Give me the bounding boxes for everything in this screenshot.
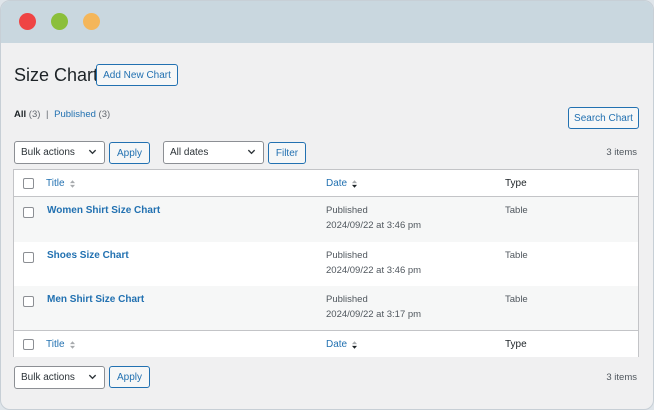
chart-status: Published <box>326 205 368 216</box>
dates-filter-select[interactable]: All dates <box>163 141 264 164</box>
column-title-label: Title <box>46 339 65 350</box>
sort-icon <box>352 340 358 349</box>
add-new-chart-button[interactable]: Add New Chart <box>96 64 178 86</box>
column-header-date[interactable]: Date <box>326 178 358 189</box>
page-title: Size Chart <box>14 65 99 85</box>
close-window-button[interactable] <box>19 13 36 30</box>
chevron-down-icon <box>247 149 256 155</box>
search-chart-button[interactable]: Search Chart <box>568 107 639 129</box>
chevron-down-icon <box>88 149 97 155</box>
view-all-count: (3) <box>28 109 41 120</box>
view-published-count: (3) <box>98 109 111 120</box>
select-all-checkbox[interactable] <box>23 339 34 350</box>
view-published-link[interactable]: Published <box>54 109 96 120</box>
chart-type: Table <box>505 294 528 305</box>
select-all-checkbox[interactable] <box>23 178 34 189</box>
chart-title-link[interactable]: Men Shirt Size Chart <box>47 294 144 305</box>
column-header-type: Type <box>505 178 527 189</box>
chart-title-link[interactable]: Women Shirt Size Chart <box>47 205 160 216</box>
chart-status: Published <box>326 250 368 261</box>
row-checkbox[interactable] <box>23 207 34 218</box>
bulk-actions-value: Bulk actions <box>21 147 75 158</box>
filter-button[interactable]: Filter <box>268 142 306 164</box>
window-titlebar <box>1 1 653 43</box>
chart-date: 2024/09/22 at 3:17 pm <box>326 309 422 320</box>
column-header-title[interactable]: Title <box>46 178 76 189</box>
app-window: Size Chart Add New Chart All (3) | Publi… <box>0 0 654 410</box>
dates-value: All dates <box>170 147 209 158</box>
chart-type: Table <box>505 250 528 261</box>
charts-table: Title Date Type Women Shirt Size Chart P… <box>13 169 639 357</box>
column-title-label: Title <box>46 178 65 189</box>
column-footer-date[interactable]: Date <box>326 339 358 350</box>
table-footer: Title Date Type <box>14 330 638 357</box>
minimize-window-button[interactable] <box>83 13 100 30</box>
column-date-label: Date <box>326 178 348 189</box>
chevron-down-icon <box>88 374 97 380</box>
chart-type: Table <box>505 205 528 216</box>
bulk-actions-value: Bulk actions <box>21 372 75 383</box>
view-filters: All (3) | Published (3) <box>14 109 110 120</box>
sort-icon <box>69 179 75 188</box>
bulk-actions-select-top[interactable]: Bulk actions <box>14 141 105 164</box>
view-separator: | <box>46 109 49 120</box>
zoom-window-button[interactable] <box>51 13 68 30</box>
chart-title-link[interactable]: Shoes Size Chart <box>47 250 129 261</box>
sort-icon <box>69 340 75 349</box>
column-date-label: Date <box>326 339 348 350</box>
row-checkbox[interactable] <box>23 296 34 307</box>
apply-button-top[interactable]: Apply <box>109 142 150 164</box>
chart-date: 2024/09/22 at 3:46 pm <box>326 265 422 276</box>
items-count-bottom: 3 items <box>606 372 637 383</box>
sort-icon <box>352 179 358 188</box>
table-header: Title Date Type <box>14 170 638 197</box>
column-footer-type: Type <box>505 339 527 350</box>
table-row: Women Shirt Size Chart Published 2024/09… <box>14 197 638 242</box>
chart-date: 2024/09/22 at 3:46 pm <box>326 220 422 231</box>
items-count-top: 3 items <box>606 147 637 158</box>
table-row: Shoes Size Chart Published 2024/09/22 at… <box>14 242 638 287</box>
row-checkbox[interactable] <box>23 252 34 263</box>
apply-button-bottom[interactable]: Apply <box>109 366 150 388</box>
view-all-link[interactable]: All <box>14 109 26 120</box>
chart-status: Published <box>326 294 368 305</box>
bulk-actions-select-bottom[interactable]: Bulk actions <box>14 366 105 389</box>
column-footer-title[interactable]: Title <box>46 339 76 350</box>
table-row: Men Shirt Size Chart Published 2024/09/2… <box>14 286 638 331</box>
